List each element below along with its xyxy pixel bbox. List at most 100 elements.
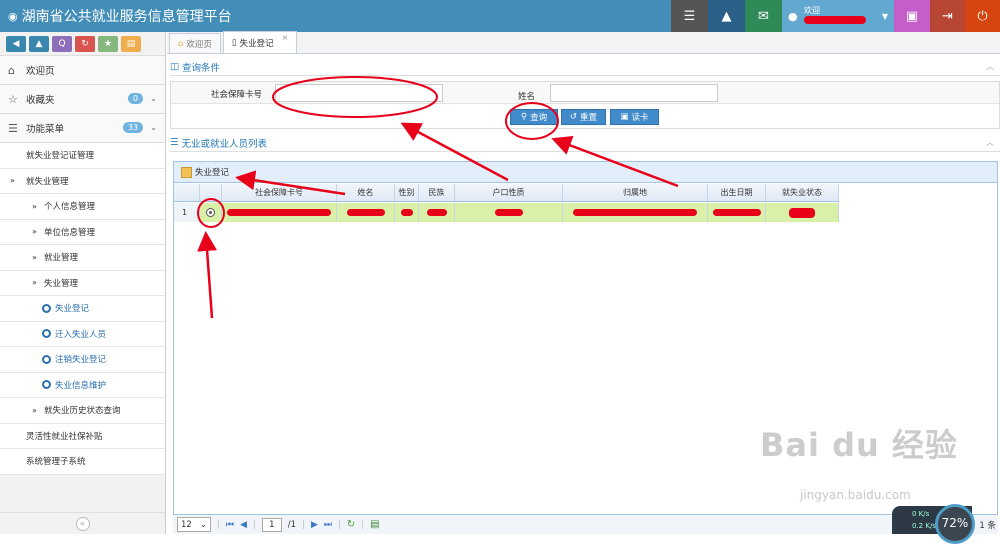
sidebar-item-personal-info[interactable]: » 个人信息管理 [0, 194, 165, 220]
divider: | [252, 519, 256, 530]
baidu-watermark: Bai du 经验 [760, 426, 958, 464]
sidebar-item-label: 失业登记 [55, 304, 90, 315]
sidebar-item-favorites[interactable]: ☆ 收藏夹 0 ⌄ [0, 85, 165, 114]
sidebar-item-employment-mgmt[interactable]: » 就失业管理 [0, 168, 165, 194]
memory-gauge[interactable]: 72% [935, 504, 975, 544]
up-shortcut-icon[interactable]: ▲ [29, 35, 49, 52]
panel-icon: ◫ [170, 61, 179, 72]
column-header[interactable]: 户口性质 [455, 184, 563, 201]
sidebar-item-history-query[interactable]: » 就失业历史状态查询 [0, 398, 165, 424]
sidebar-item-label: 就失业管理 [26, 176, 69, 187]
chevron-down-icon: ⌄ [199, 519, 207, 530]
column-header[interactable]: 社会保障卡号 [222, 184, 337, 201]
next-page-icon[interactable]: ▶ [311, 520, 318, 530]
sidebar-item-unit-info[interactable]: » 单位信息管理 [0, 219, 165, 245]
grid-shortcut-icon[interactable]: ▤ [121, 35, 141, 52]
export-icon[interactable]: ▤ [370, 519, 379, 530]
tasks-button[interactable]: ☰ [671, 0, 708, 32]
power-button[interactable]: ⏻ [965, 0, 1000, 32]
caret-down-icon: ▼ [881, 12, 888, 21]
messages-button[interactable]: ✉ [745, 0, 782, 32]
sidebar-item-menu[interactable]: ☰ 功能菜单 33 ⌄ [0, 114, 165, 143]
tab-bar: ⌂ 欢迎页 ▯ 失业登记 × [167, 31, 1000, 54]
welcome-text: 欢迎 [804, 6, 820, 15]
row-number: 1 [174, 203, 200, 222]
cell-ethnicity [419, 203, 455, 222]
column-header[interactable]: 性别 [395, 184, 419, 201]
sidebar-item-certificate-mgmt[interactable]: 就失业登记证管理 [0, 143, 165, 169]
collapse-button[interactable]: « [75, 516, 90, 531]
sidebar-item-label: 单位信息管理 [44, 227, 96, 238]
chevron-down-icon: ⌄ [150, 94, 157, 103]
cell-gender [395, 203, 419, 222]
back-shortcut-icon[interactable]: ◀ [6, 35, 26, 52]
sidebar-item-info-maintenance[interactable]: 失业信息维护 [0, 372, 165, 398]
user-menu[interactable]: ● 欢迎 ▼ [782, 0, 894, 32]
cell-location [563, 203, 708, 222]
search-shortcut-icon[interactable]: Q [52, 35, 72, 52]
chevron-up-icon[interactable]: ︿ [986, 61, 994, 72]
table-row[interactable]: 1 [174, 203, 839, 222]
sidebar-item-system-admin[interactable]: 系统管理子系统 [0, 449, 165, 475]
redacted-value [494, 209, 523, 216]
sidebar-item-cancel-register[interactable]: 注销失业登记 [0, 347, 165, 373]
chevron-right-icon: » [32, 227, 37, 237]
prev-page-icon[interactable]: ◀ [240, 520, 247, 530]
circle-dot-icon [42, 329, 51, 339]
lock-button[interactable]: ▣ [894, 0, 930, 32]
sidebar-item-unemployment-mgmt[interactable]: » 失业管理 [0, 270, 165, 296]
sidebar-item-flexible-subsidy[interactable]: 灵活性就业社保补贴 [0, 423, 165, 449]
divider: | [302, 519, 305, 530]
column-header[interactable]: 姓名 [337, 184, 395, 201]
edit-icon [181, 166, 192, 178]
read-card-button[interactable]: ▣ 读卡 [610, 109, 659, 125]
name-input[interactable] [550, 84, 718, 102]
grid-header: 社会保障卡号 姓名 性别 民族 户口性质 归属地 出生日期 就失业状态 [174, 184, 839, 202]
logout-button[interactable]: ⇥ [930, 0, 965, 32]
column-header[interactable]: 民族 [419, 184, 455, 201]
redacted-value [400, 209, 413, 216]
close-icon[interactable]: × [282, 33, 289, 42]
tab-label: 失业登记 [239, 38, 274, 49]
ssn-input[interactable] [275, 84, 443, 102]
column-header[interactable]: 出生日期 [708, 184, 766, 201]
sidebar-item-job-mgmt[interactable]: » 就业管理 [0, 245, 165, 271]
search-button[interactable]: ⚲ 查询 [510, 109, 558, 125]
header-select [200, 184, 222, 201]
list-icon: ☰ [170, 137, 179, 148]
row-select-radio[interactable] [200, 203, 222, 222]
sidebar: ◀ ▲ Q ↻ ★ ▤ ⌂ 欢迎页 ☆ 收藏夹 0 ⌄ ☰ 功能菜单 33 ⌄ 就失业登记证管… [0, 32, 166, 534]
chevron-right-icon: » [32, 252, 37, 262]
register-button[interactable]: 失业登记 [195, 166, 229, 178]
first-page-icon[interactable]: ⏮ [226, 520, 234, 530]
page-size-select[interactable]: 12 ⌄ [177, 517, 211, 532]
redacted-value [227, 209, 331, 216]
column-header[interactable]: 归属地 [563, 184, 708, 201]
top-navbar: ◉ 湖南省公共就业服务信息管理平台 ☰ ▲ ✉ ● 欢迎 ▼ ▣ ⇥ ⏻ [0, 0, 1000, 32]
file-icon: ▯ [231, 37, 237, 48]
logout-icon: ⇥ [942, 8, 953, 24]
notifications-button[interactable]: ▲ [708, 0, 745, 32]
app-brand[interactable]: ◉ 湖南省公共就业服务信息管理平台 [0, 6, 671, 26]
sidebar-item-unemployment-register[interactable]: 失业登记 [0, 296, 165, 322]
sidebar-item-label: 欢迎页 [26, 66, 55, 77]
tab-unemployment-register[interactable]: ▯ 失业登记 × [222, 31, 298, 53]
sidebar-item-label: 失业信息维护 [55, 380, 107, 391]
tab-welcome[interactable]: ⌂ 欢迎页 [169, 33, 221, 53]
shortcut-bar: ◀ ▲ Q ↻ ★ ▤ [0, 32, 165, 56]
sidebar-item-label: 灵活性就业社保补贴 [26, 431, 103, 442]
mail-icon: ✉ [758, 8, 769, 24]
section-title: 无业或就业人员列表 [181, 138, 268, 150]
reset-button[interactable]: ↺ 重置 [561, 109, 606, 125]
chevron-up-icon[interactable]: ︿ [986, 137, 994, 148]
sidebar-item-home[interactable]: ⌂ 欢迎页 [0, 56, 165, 85]
name-label: 姓名 [518, 92, 536, 102]
column-header[interactable]: 就失业状态 [766, 184, 839, 201]
user-icon: ● [788, 9, 798, 23]
page-input[interactable]: 1 [261, 517, 282, 532]
star-shortcut-icon[interactable]: ★ [98, 35, 118, 52]
refresh-icon[interactable]: ↻ [347, 519, 355, 530]
refresh-shortcut-icon[interactable]: ↻ [75, 35, 95, 52]
sidebar-item-transfer-in[interactable]: 迁入失业人员 [0, 321, 165, 347]
last-page-icon[interactable]: ⏭ [324, 520, 332, 530]
